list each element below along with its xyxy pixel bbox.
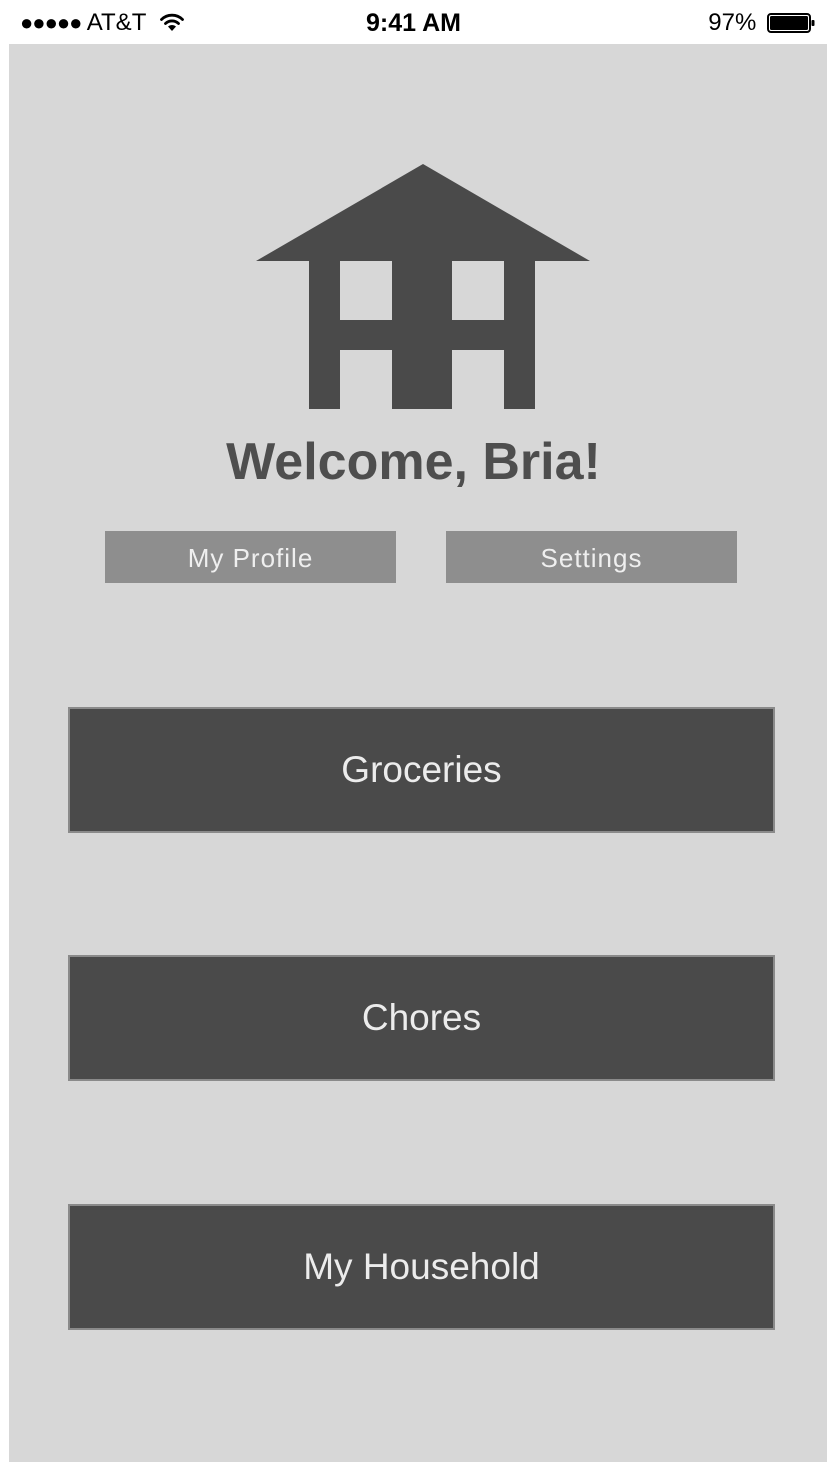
house-icon [247,119,591,414]
status-bar: ●●●●● AT&T 9:41 AM 97% [0,0,827,44]
status-right: 97% [708,9,817,42]
battery-icon [767,11,817,42]
chores-button[interactable]: Chores [68,955,775,1081]
welcome-heading: Welcome, Bria! [226,433,601,491]
settings-button[interactable]: Settings [446,531,737,583]
my-profile-button[interactable]: My Profile [105,531,396,583]
battery-percent: 97% [708,9,757,36]
groceries-button[interactable]: Groceries [68,707,775,833]
my-household-button[interactable]: My Household [68,1204,775,1330]
status-time: 9:41 AM [366,9,461,37]
